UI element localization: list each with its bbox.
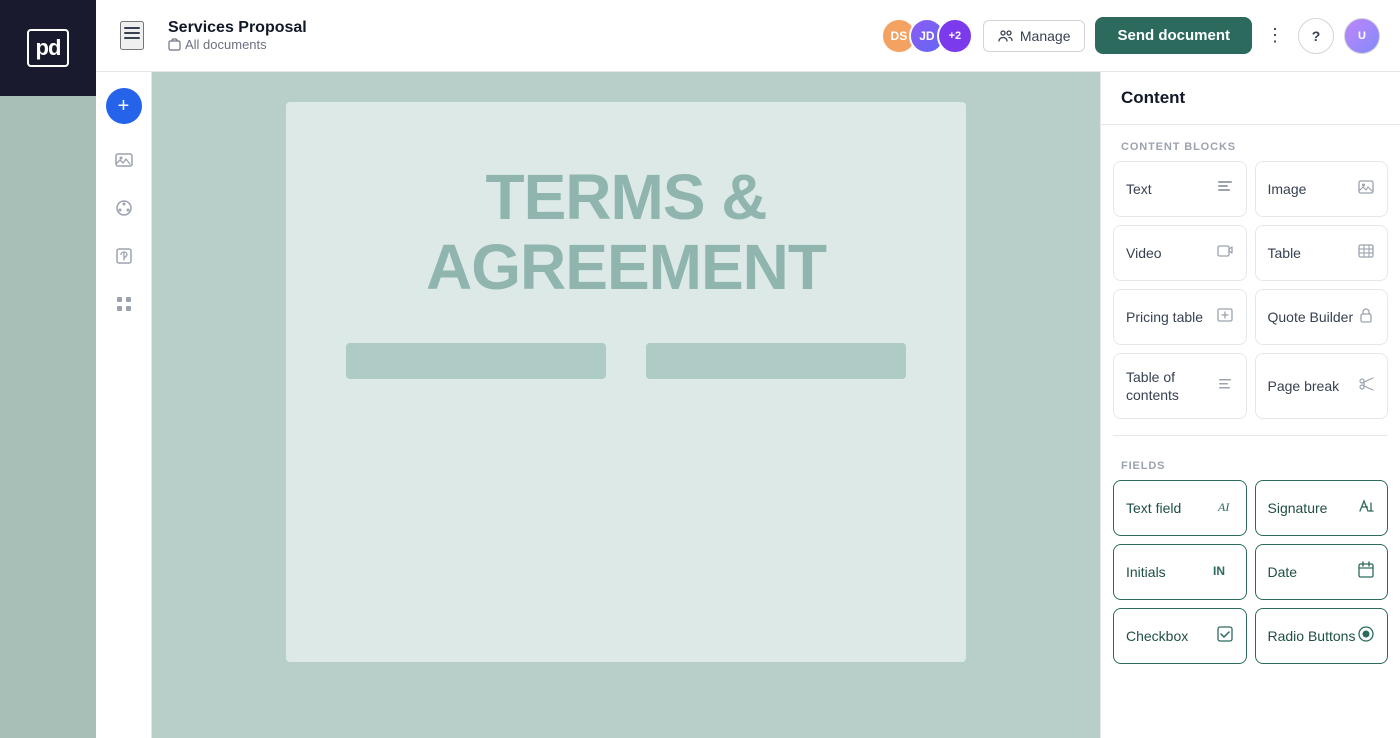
document-title: Services Proposal xyxy=(168,19,865,37)
user-photo: U xyxy=(1358,30,1366,42)
field-text-field[interactable]: Text field AI xyxy=(1113,480,1247,536)
video-icon xyxy=(1216,242,1234,265)
content-blocks-grid: Text Image Video xyxy=(1101,161,1400,431)
text-icon xyxy=(1216,178,1234,201)
field-signature-label: Signature xyxy=(1268,499,1328,517)
block-video[interactable]: Video xyxy=(1113,225,1247,281)
document-page: TERMS & AGREEMENT xyxy=(286,102,966,662)
block-page-break-label: Page break xyxy=(1268,377,1340,395)
block-toc-label: Table of contents xyxy=(1126,368,1216,404)
panel-title: Content xyxy=(1121,88,1380,108)
ai-icon: AI xyxy=(1216,497,1234,520)
document-canvas: TERMS & AGREEMENT xyxy=(152,72,1100,738)
checkbox-icon xyxy=(1216,625,1234,648)
field-radio-buttons[interactable]: Radio Buttons xyxy=(1255,608,1389,664)
document-breadcrumb: All documents xyxy=(168,37,865,52)
block-pricing-table-label: Pricing table xyxy=(1126,308,1203,326)
block-table-of-contents[interactable]: Table of contents xyxy=(1113,353,1247,419)
document-field-bar-2 xyxy=(646,343,906,379)
block-video-label: Video xyxy=(1126,244,1162,262)
block-pricing-table[interactable]: Pricing table xyxy=(1113,289,1247,345)
table-icon xyxy=(1357,242,1375,265)
list-icon xyxy=(1216,375,1234,398)
block-page-break[interactable]: Page break xyxy=(1255,353,1389,419)
content-area: + xyxy=(0,72,1400,738)
header-title-section: Services Proposal All documents xyxy=(168,19,865,52)
panel-header: Content xyxy=(1101,72,1400,125)
field-date-label: Date xyxy=(1268,563,1298,581)
block-image-label: Image xyxy=(1268,180,1307,198)
scissors-icon xyxy=(1357,375,1375,398)
sidebar-icon-media[interactable] xyxy=(104,140,144,180)
panel-divider xyxy=(1113,435,1388,436)
field-radio-buttons-label: Radio Buttons xyxy=(1268,627,1356,645)
field-initials-label: Initials xyxy=(1126,563,1166,581)
field-initials[interactable]: Initials IN xyxy=(1113,544,1247,600)
pricing-icon xyxy=(1216,306,1234,329)
field-signature[interactable]: Signature xyxy=(1255,480,1389,536)
user-avatar[interactable]: U xyxy=(1344,18,1380,54)
left-sidebar: + xyxy=(96,72,152,738)
question-icon: ? xyxy=(1312,28,1321,44)
content-blocks-label: CONTENT BLOCKS xyxy=(1101,125,1400,161)
block-image[interactable]: Image xyxy=(1255,161,1389,217)
svg-text:AI: AI xyxy=(1217,500,1230,514)
field-checkbox[interactable]: Checkbox xyxy=(1113,608,1247,664)
fields-label: FIELDS xyxy=(1101,444,1400,480)
sidebar-icon-apps[interactable] xyxy=(104,284,144,324)
block-quote-builder[interactable]: Quote Builder xyxy=(1255,289,1389,345)
block-table-label: Table xyxy=(1268,244,1301,262)
help-button[interactable]: ? xyxy=(1298,18,1334,54)
document-fields-row xyxy=(346,343,906,379)
field-date[interactable]: Date xyxy=(1255,544,1389,600)
initials-icon: IN xyxy=(1212,561,1234,584)
sidebar-icon-theme[interactable] xyxy=(104,188,144,228)
calendar-icon xyxy=(1357,561,1375,584)
svg-text:IN: IN xyxy=(1213,564,1225,578)
block-text-label: Text xyxy=(1126,180,1152,198)
more-options-button[interactable]: ⋮ xyxy=(1262,21,1288,50)
document-field-bar-1 xyxy=(346,343,606,379)
field-text-field-label: Text field xyxy=(1126,499,1181,517)
document-heading: TERMS & AGREEMENT xyxy=(426,162,826,303)
app-wrapper: Services Proposal All documents DS JD +2 xyxy=(0,0,1400,738)
block-quote-builder-label: Quote Builder xyxy=(1268,308,1354,326)
avatar-group: DS JD +2 xyxy=(881,18,973,54)
logo-icon: pd xyxy=(27,29,70,67)
block-table[interactable]: Table xyxy=(1255,225,1389,281)
lock-icon xyxy=(1357,306,1375,329)
menu-button[interactable] xyxy=(120,21,144,50)
add-content-button[interactable]: + xyxy=(106,88,142,124)
send-document-button[interactable]: Send document xyxy=(1095,17,1252,54)
fields-grid: Text field AI Signature Initials I xyxy=(1101,480,1400,676)
image-icon xyxy=(1357,178,1375,201)
field-checkbox-label: Checkbox xyxy=(1126,627,1188,645)
radio-icon xyxy=(1357,625,1375,648)
avatar-count[interactable]: +2 xyxy=(937,18,973,54)
right-panel: Content CONTENT BLOCKS Text Image xyxy=(1100,72,1400,738)
logo-bar: pd xyxy=(0,0,96,96)
signature-icon xyxy=(1357,497,1375,520)
header: Services Proposal All documents DS JD +2 xyxy=(0,0,1400,72)
sidebar-icon-pricing[interactable] xyxy=(104,236,144,276)
block-text[interactable]: Text xyxy=(1113,161,1247,217)
manage-button[interactable]: Manage xyxy=(983,20,1086,52)
header-actions: DS JD +2 Manage Send document ⋮ ? xyxy=(881,17,1380,54)
